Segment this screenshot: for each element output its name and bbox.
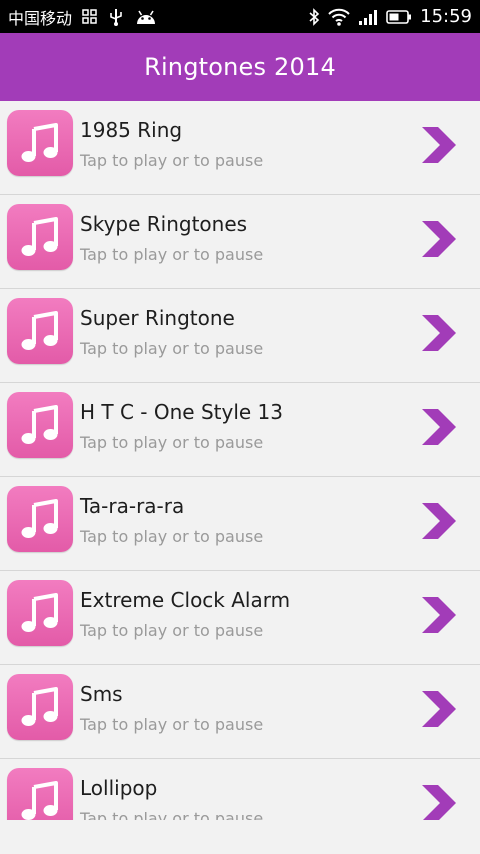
list-item[interactable]: Ta-ra-ra-ra Tap to play or to pause <box>0 477 480 571</box>
app-bar: Ringtones 2014 <box>0 33 480 101</box>
list-item[interactable]: Sms Tap to play or to pause <box>0 665 480 759</box>
chevron-right-icon[interactable] <box>420 501 458 541</box>
status-left: 中国移动 <box>8 5 158 29</box>
ringtone-subtitle: Tap to play or to pause <box>80 527 264 546</box>
usb-icon <box>108 7 124 27</box>
chevron-right-icon[interactable] <box>420 595 458 635</box>
music-note-icon <box>7 486 73 552</box>
ringtone-subtitle: Tap to play or to pause <box>80 433 264 452</box>
list-item[interactable]: Lollipop Tap to play or to pause <box>0 759 480 820</box>
status-right: 15:59 <box>308 6 472 27</box>
ringtone-subtitle: Tap to play or to pause <box>80 621 264 640</box>
music-note-icon <box>7 110 73 176</box>
ringtone-title: Extreme Clock Alarm <box>80 588 291 612</box>
music-note-icon <box>7 674 73 740</box>
notification-grid-icon <box>82 7 98 27</box>
ringtone-title: Skype Ringtones <box>80 212 248 236</box>
status-bar: 中国移动 15:59 <box>0 0 480 33</box>
chevron-right-icon[interactable] <box>420 219 458 259</box>
ringtone-title: Super Ringtone <box>80 306 235 330</box>
clock-time: 15:59 <box>420 6 472 27</box>
ringtone-title: 1985 Ring <box>80 118 183 142</box>
carrier-name: 中国移动 <box>8 8 73 28</box>
ringtone-title: H T C - One Style 13 <box>80 400 283 424</box>
music-note-icon <box>7 768 73 820</box>
ringtone-title: Ta-ra-ra-ra <box>80 494 185 518</box>
chevron-right-icon[interactable] <box>420 783 458 820</box>
bottom-edge <box>0 820 480 854</box>
ringtone-title: Sms <box>80 682 123 706</box>
ringtone-subtitle: Tap to play or to pause <box>80 715 264 734</box>
wifi-icon <box>328 7 350 27</box>
ringtone-subtitle: Tap to play or to pause <box>80 151 264 170</box>
chevron-right-icon[interactable] <box>420 407 458 447</box>
ringtone-subtitle: Tap to play or to pause <box>80 339 264 358</box>
chevron-right-icon[interactable] <box>420 689 458 729</box>
bluetooth-icon <box>308 7 320 27</box>
music-note-icon <box>7 580 73 646</box>
signal-icon <box>358 7 378 27</box>
list-item[interactable]: Skype Ringtones Tap to play or to pause <box>0 195 480 289</box>
ringtone-subtitle: Tap to play or to pause <box>80 809 264 820</box>
battery-icon <box>386 7 412 27</box>
list-item[interactable]: 1985 Ring Tap to play or to pause <box>0 101 480 195</box>
music-note-icon <box>7 392 73 458</box>
music-note-icon <box>7 298 73 364</box>
chevron-right-icon[interactable] <box>420 125 458 165</box>
ringtone-title: Lollipop <box>80 776 158 800</box>
list-item[interactable]: Super Ringtone Tap to play or to pause <box>0 289 480 383</box>
app-title: Ringtones 2014 <box>144 53 336 81</box>
list-item[interactable]: H T C - One Style 13 Tap to play or to p… <box>0 383 480 477</box>
music-note-icon <box>7 204 73 270</box>
list-item[interactable]: Extreme Clock Alarm Tap to play or to pa… <box>0 571 480 665</box>
ringtone-subtitle: Tap to play or to pause <box>80 245 264 264</box>
chevron-right-icon[interactable] <box>420 313 458 353</box>
ringtone-list[interactable]: 1985 Ring Tap to play or to pause Skype … <box>0 101 480 820</box>
android-icon <box>134 7 158 27</box>
